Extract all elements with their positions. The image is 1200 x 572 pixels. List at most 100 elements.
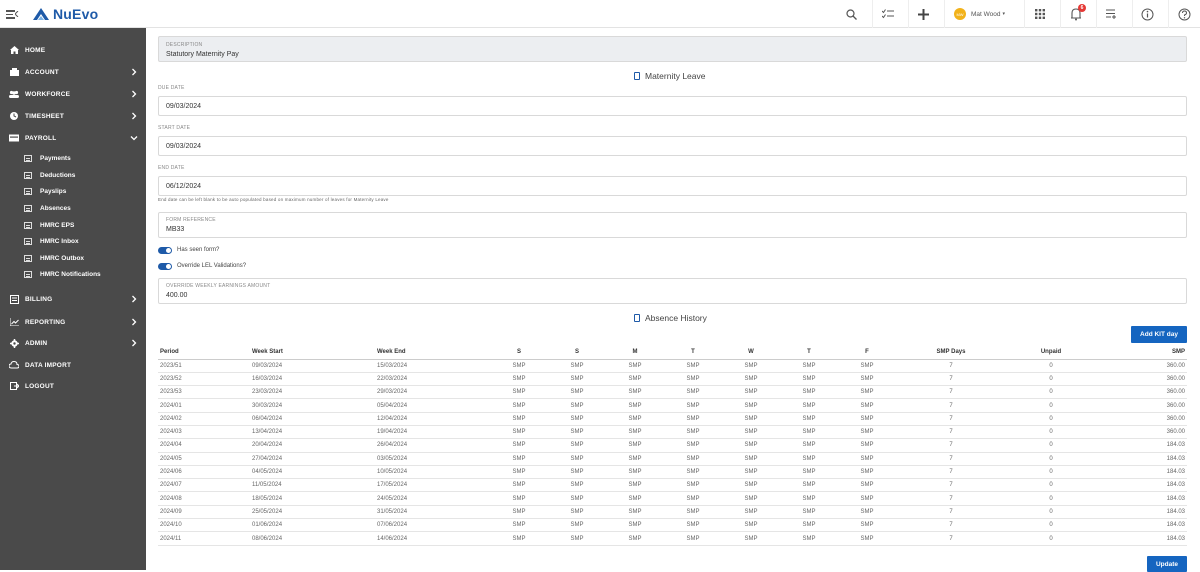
table-row: 2024/03 13/04/2024 19/04/2024 SMP SMP SMP SMP S…: [158, 425, 1187, 440]
sidebar-item-workforce[interactable]: WORKFORCE: [0, 85, 146, 103]
menu-collapse-icon[interactable]: [6, 9, 19, 19]
sidebar-subitem-hmrc-inbox[interactable]: HMRC Inbox: [24, 233, 79, 249]
table-cell: 0: [1006, 491, 1096, 506]
table-cell: SMP: [606, 412, 664, 426]
table-cell: SMP: [606, 478, 664, 493]
checklist-icon[interactable]: [872, 0, 902, 28]
table-cell: SMP: [664, 359, 722, 373]
sidebar-subitem-absences[interactable]: Absences: [24, 200, 71, 216]
sidebar-subitem-payslips[interactable]: Payslips: [24, 183, 66, 199]
column-header: T: [664, 346, 722, 360]
table-cell: 29/03/2024: [375, 385, 490, 400]
column-header: SMP: [1096, 346, 1187, 360]
start-date-input[interactable]: 09/03/2024: [158, 136, 1187, 156]
sidebar-item-data-import[interactable]: DATA IMPORT: [0, 356, 146, 374]
table-cell: 08/06/2024: [250, 531, 375, 546]
search-icon[interactable]: [836, 0, 866, 28]
table-cell: SMP: [490, 505, 548, 520]
end-date-label: END DATE: [158, 165, 185, 171]
sidebar-item-reporting[interactable]: REPORTING: [0, 313, 146, 331]
sidebar-item-home[interactable]: HOME: [0, 41, 146, 59]
info-icon[interactable]: [1132, 0, 1162, 28]
column-header: SMP Days: [896, 346, 1006, 360]
table-cell: 2024/06: [158, 465, 250, 480]
table-cell: 06/04/2024: [250, 412, 375, 426]
table-cell: SMP: [548, 531, 606, 546]
sidebar-subitem-payments[interactable]: Payments: [24, 150, 71, 166]
sidebar-subitem-hmrc-eps[interactable]: HMRC EPS: [24, 217, 74, 233]
add-kit-day-button[interactable]: Add KIT day: [1131, 326, 1187, 343]
table-row: 2024/05 27/04/2024 03/05/2024 SMP SMP SMP SMP S…: [158, 452, 1187, 466]
table-cell: 0: [1006, 478, 1096, 493]
table-cell: 7: [896, 412, 1006, 426]
table-cell: SMP: [548, 452, 606, 466]
user-menu[interactable]: MW Mat Wood ▾: [944, 0, 1020, 28]
sidebar-item-payroll[interactable]: PAYROLL: [0, 129, 146, 147]
sidebar-subitem-hmrc-outbox[interactable]: HMRC Outbox: [24, 250, 84, 266]
sidebar-item-logout[interactable]: LOGOUT: [0, 377, 146, 395]
sidebar-subitem-deductions[interactable]: Deductions: [24, 167, 75, 183]
table-header-row: Period Week Start Week End S S M T W T F…: [158, 346, 1187, 360]
table-cell: 20/04/2024: [250, 438, 375, 453]
add-icon[interactable]: [908, 0, 938, 28]
override-lel-toggle[interactable]: [158, 263, 172, 270]
chevron-right-icon: [129, 338, 139, 348]
table-cell: 0: [1006, 438, 1096, 453]
form-reference-input[interactable]: FORM REFERENCE MB33: [158, 212, 1187, 238]
table-cell: 7: [896, 465, 1006, 480]
notifications-bell-icon[interactable]: 6: [1060, 0, 1090, 28]
help-icon[interactable]: [1168, 0, 1200, 28]
table-cell: SMP: [780, 438, 838, 453]
end-date-input[interactable]: 06/12/2024: [158, 176, 1187, 196]
table-cell: 31/05/2024: [375, 505, 490, 520]
sidebar-item-admin[interactable]: ADMIN: [0, 334, 146, 352]
table-cell: 0: [1006, 398, 1096, 413]
table-cell: SMP: [490, 398, 548, 413]
sidebar-item-timesheet[interactable]: TIMESHEET: [0, 107, 146, 125]
table-cell: SMP: [606, 452, 664, 466]
table-cell: 15/03/2024: [375, 359, 490, 373]
notification-badge: 6: [1078, 4, 1086, 12]
table-cell: 26/04/2024: [375, 438, 490, 453]
due-date-input[interactable]: 09/03/2024: [158, 96, 1187, 116]
sidebar-item-billing[interactable]: BILLING: [0, 290, 146, 308]
document-icon: [24, 254, 32, 262]
table-cell: 25/05/2024: [250, 505, 375, 520]
table-cell: 19/04/2024: [375, 425, 490, 440]
description-field: DESCRIPTION Statutory Maternity Pay: [158, 36, 1187, 62]
table-cell: 17/05/2024: [375, 478, 490, 493]
has-seen-form-toggle[interactable]: [158, 247, 172, 254]
column-header: S: [548, 346, 606, 360]
logo-icon: [32, 7, 50, 21]
table-cell: SMP: [606, 372, 664, 387]
document-icon: [24, 154, 32, 162]
table-row: 2023/53 23/03/2024 29/03/2024 SMP SMP SMP SMP S…: [158, 385, 1187, 400]
table-cell: 7: [896, 398, 1006, 413]
sidebar-subitem-hmrc-notifications[interactable]: HMRC Notifications: [24, 266, 101, 282]
table-cell: 09/03/2024: [250, 359, 375, 373]
table-cell: 360.00: [1096, 359, 1187, 373]
table-cell: SMP: [838, 412, 896, 426]
chevron-right-icon: [129, 89, 139, 99]
table-cell: SMP: [490, 518, 548, 533]
chart-line-icon: [9, 318, 19, 326]
workforce-icon: [9, 90, 19, 98]
table-cell: SMP: [606, 385, 664, 400]
table-cell: SMP: [780, 359, 838, 373]
sidebar-item-account[interactable]: ACCOUNT: [0, 63, 146, 81]
table-cell: 12/04/2024: [375, 412, 490, 426]
table-cell: 2024/07: [158, 478, 250, 493]
table-cell: SMP: [490, 425, 548, 440]
table-cell: 0: [1006, 505, 1096, 520]
table-cell: SMP: [490, 491, 548, 506]
table-cell: SMP: [838, 531, 896, 546]
table-cell: 0: [1006, 518, 1096, 533]
override-weekly-earnings-input[interactable]: OVERRIDE WEEKLY EARNINGS AMOUNT 400.00: [158, 278, 1187, 304]
table-cell: SMP: [606, 518, 664, 533]
table-cell: 2024/03: [158, 425, 250, 440]
table-cell: SMP: [490, 385, 548, 400]
table-cell: SMP: [722, 385, 780, 400]
queue-list-icon[interactable]: [1096, 0, 1126, 28]
table-cell: SMP: [664, 438, 722, 453]
apps-grid-icon[interactable]: [1024, 0, 1054, 28]
